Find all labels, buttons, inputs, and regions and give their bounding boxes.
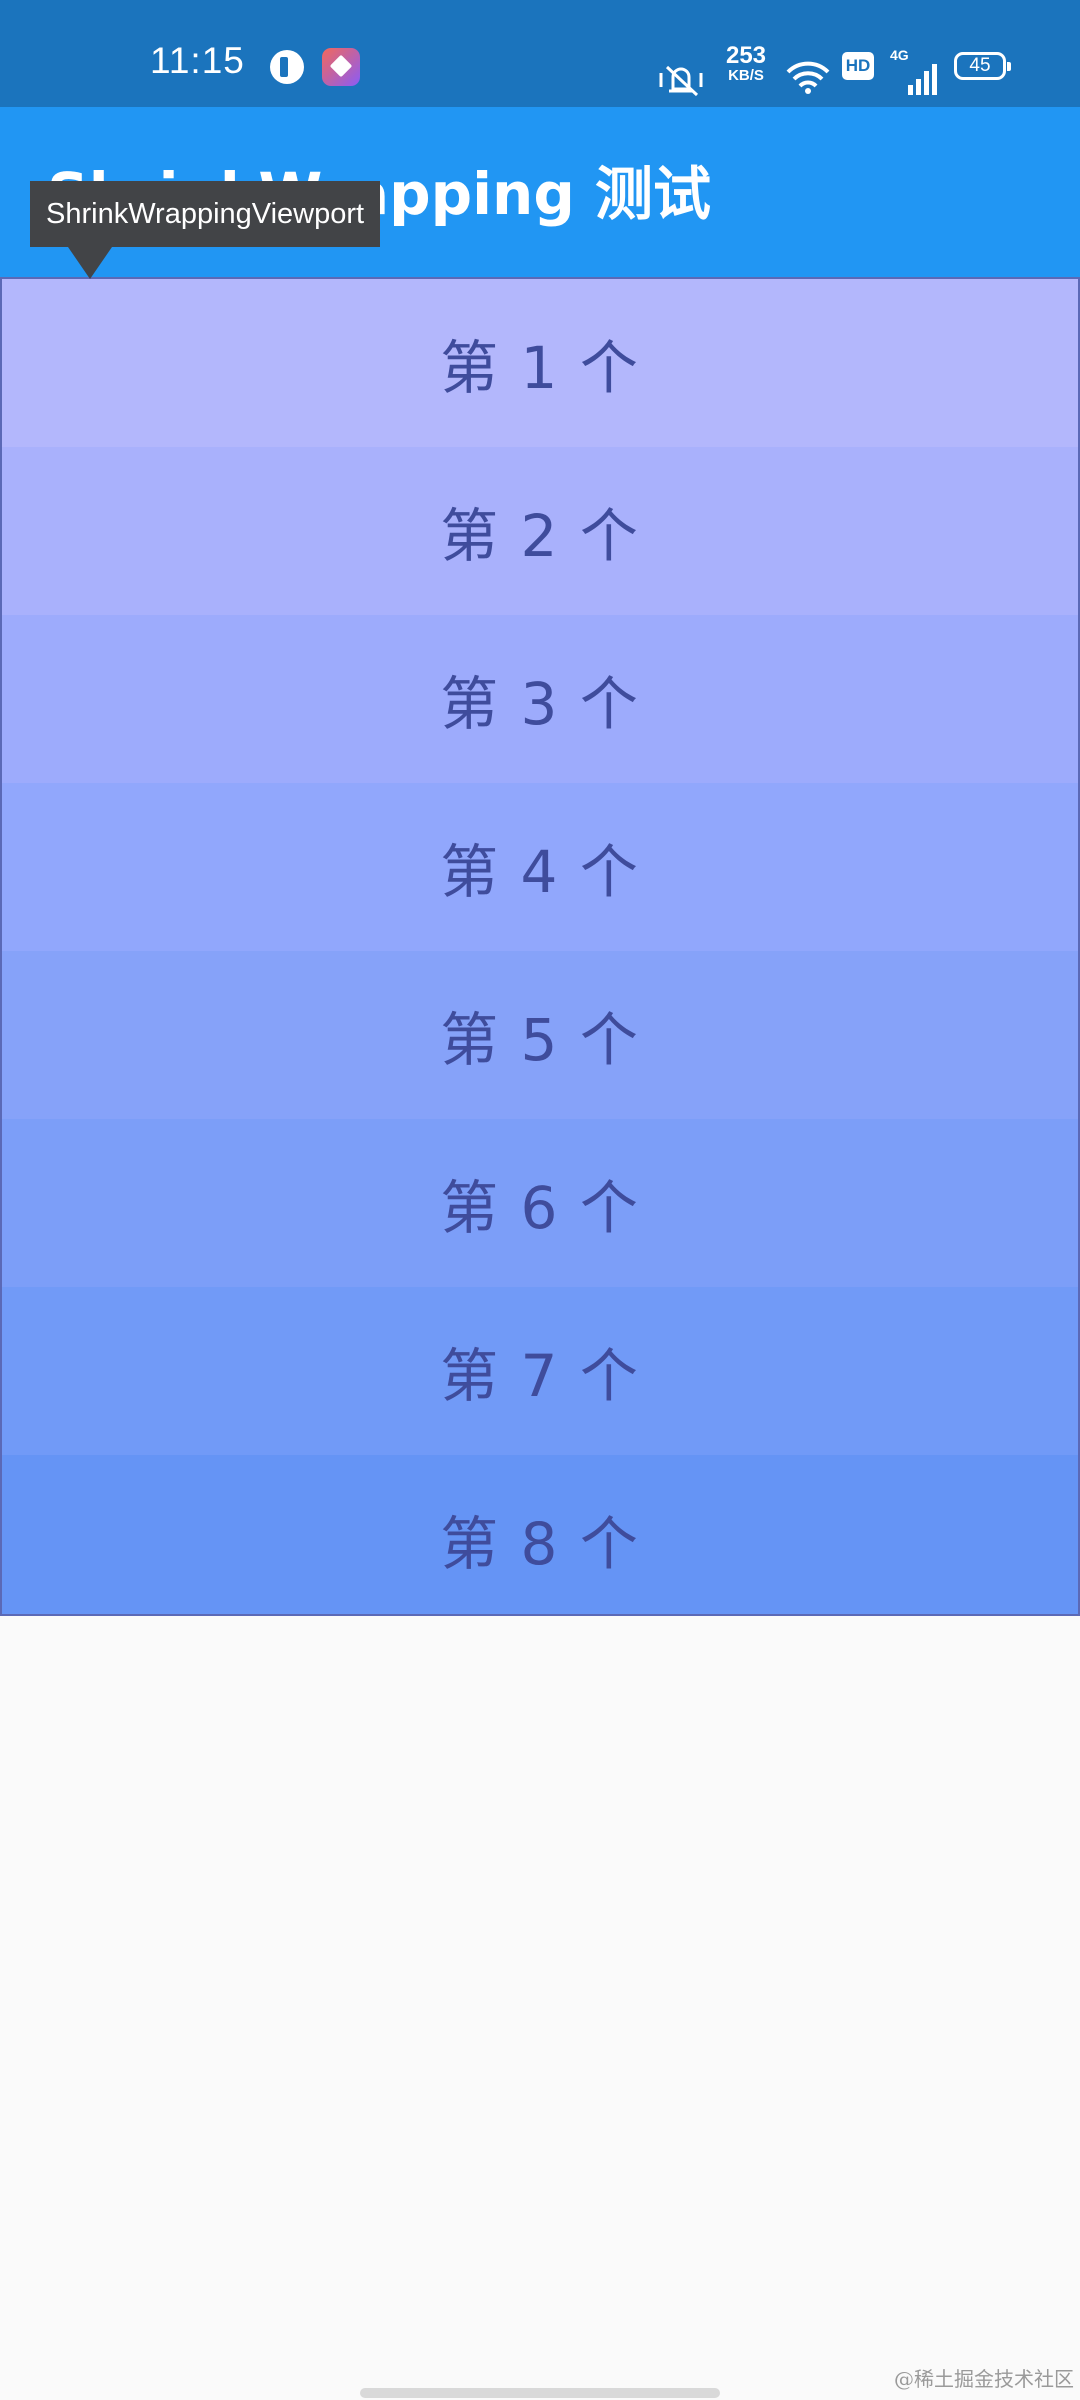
list-item[interactable]: 第 2 个 — [2, 447, 1078, 615]
network-speed-value: 253 — [725, 42, 767, 69]
battery-icon: 45 — [954, 52, 1011, 80]
list-item[interactable]: 第 1 个 — [2, 279, 1078, 447]
wifi-icon — [786, 61, 830, 94]
list-item[interactable]: 第 8 个 — [2, 1455, 1078, 1614]
list-item[interactable]: 第 7 个 — [2, 1287, 1078, 1455]
list-item-label: 第 6 个 — [440, 1174, 640, 1242]
app-notification-icon-2 — [322, 48, 360, 86]
shrink-wrapping-viewport[interactable]: 第 1 个第 2 个第 3 个第 4 个第 5 个第 6 个第 7 个第 8 个 — [0, 277, 1080, 1616]
list-item-label: 第 4 个 — [440, 838, 640, 906]
list-item-label: 第 1 个 — [440, 334, 640, 402]
status-time: 11:15 — [150, 40, 245, 81]
list-item[interactable]: 第 6 个 — [2, 1119, 1078, 1287]
list-item-label: 第 8 个 — [440, 1510, 640, 1578]
gesture-navigation-bar[interactable] — [360, 2388, 720, 2398]
list-item-label: 第 5 个 — [440, 1006, 640, 1074]
tooltip: ShrinkWrappingViewport — [30, 181, 381, 247]
list-item[interactable]: 第 4 个 — [2, 783, 1078, 951]
status-bar: 11:15 253 KB/S HD 4G 45 — [0, 0, 1080, 107]
app-notification-icon — [270, 50, 304, 84]
network-speed-unit: KB/S — [728, 67, 764, 84]
list-item-label: 第 2 个 — [440, 502, 640, 570]
watermark: @稀土掘金技术社区 — [894, 2367, 1074, 2391]
network-speed: 253 KB/S — [722, 42, 770, 84]
hd-voice-icon: HD — [842, 52, 874, 80]
vibrate-mute-icon — [659, 65, 703, 97]
list-item-label: 第 3 个 — [440, 670, 640, 738]
list-item-label: 第 7 个 — [440, 1342, 640, 1410]
list: 第 1 个第 2 个第 3 个第 4 个第 5 个第 6 个第 7 个第 8 个 — [2, 279, 1078, 1614]
signal-icon — [908, 64, 937, 95]
list-item[interactable]: 第 5 个 — [2, 951, 1078, 1119]
tooltip-arrow — [68, 247, 112, 279]
list-item[interactable]: 第 3 个 — [2, 615, 1078, 783]
